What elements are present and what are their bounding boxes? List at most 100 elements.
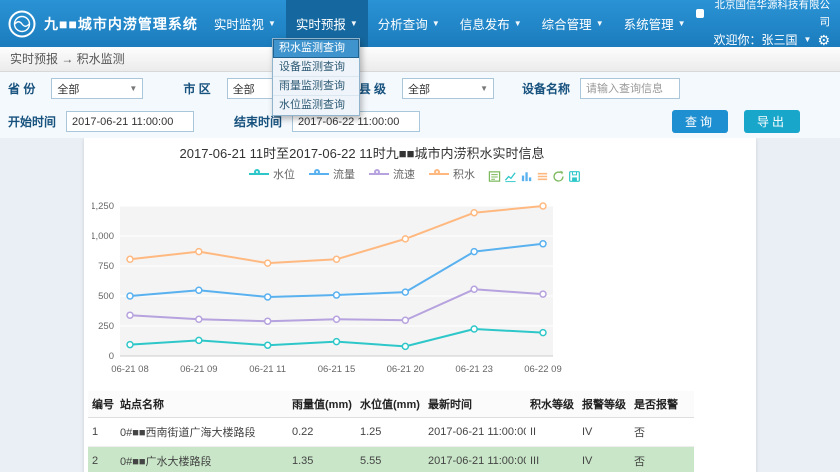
legend-marker-icon [309, 169, 329, 179]
table-cell: 否 [630, 418, 694, 447]
chevron-down-icon: ▼ [350, 19, 358, 28]
legend-item-水位[interactable]: 水位 [249, 166, 295, 182]
nav-dropdown-menu: 积水监测查询 设备监测查询 雨量监测查询 水位监测查询 [272, 38, 360, 116]
table-cell: 0.22 [288, 418, 356, 447]
chart-title: 2017-06-21 11时至2017-06-22 11时九■■城市内涝积水实时… [92, 146, 632, 162]
svg-text:06-21 15: 06-21 15 [318, 364, 356, 375]
table-header-cell: 编号 [88, 391, 116, 418]
svg-text:500: 500 [98, 291, 114, 302]
svg-text:06-21 11: 06-21 11 [249, 364, 286, 375]
breadcrumb: 实时预报 → 积水监测 [0, 47, 840, 72]
toolbox-bar-chart-icon[interactable] [520, 170, 533, 183]
device-name-label: 设备名称 [522, 80, 570, 97]
svg-text:1,250: 1,250 [92, 201, 114, 212]
app-title: 九■■城市内涝管理系统 [44, 14, 198, 34]
chevron-down-icon: ▼ [514, 19, 522, 28]
svg-text:0: 0 [109, 351, 114, 362]
company-logo-icon [696, 9, 705, 18]
filter-row-2: 开始时间 结束时间 查询 导出 [0, 105, 840, 138]
svg-text:250: 250 [98, 321, 114, 332]
export-button[interactable]: 导出 [744, 110, 800, 133]
table-cell: 2017-06-21 11:00:00 [424, 418, 526, 447]
table-cell: 1.25 [356, 418, 424, 447]
chevron-down-icon: ▼ [804, 34, 812, 47]
table-cell: 0#■■广水大楼路段 [116, 447, 288, 472]
svg-text:1,000: 1,000 [92, 231, 114, 242]
chevron-down-icon: ▼ [480, 84, 488, 93]
legend-marker-icon [249, 169, 269, 179]
province-label: 省 份 [8, 80, 35, 97]
table-header-cell: 水位值(mm) [356, 391, 424, 418]
query-button[interactable]: 查询 [672, 110, 728, 133]
svg-text:06-21 08: 06-21 08 [111, 364, 149, 375]
device-name-input[interactable] [580, 78, 680, 99]
table-header-cell: 站点名称 [116, 391, 288, 418]
dropdown-item-water-level-query[interactable]: 水位监测查询 [273, 96, 359, 115]
legend-marker-icon [429, 169, 449, 179]
start-time-label: 开始时间 [8, 113, 56, 130]
chart-toolbox [488, 170, 581, 183]
dropdown-item-device-query[interactable]: 设备监测查询 [273, 58, 359, 77]
table-cell: 否 [630, 447, 694, 472]
station-table-header-row: 编号站点名称雨量值(mm)水位值(mm)最新时间积水等级报警等级是否报警 [88, 391, 694, 418]
gear-icon[interactable]: ⚙ [817, 33, 830, 47]
county-label: 县 级 [359, 80, 386, 97]
company-name: 北京国信华源科技有限公司 [696, 0, 830, 31]
table-cell: 2 [88, 447, 116, 472]
svg-text:06-22 09: 06-22 09 [524, 364, 562, 375]
legend-item-流量[interactable]: 流量 [309, 166, 355, 182]
legend-item-流速[interactable]: 流速 [369, 166, 415, 182]
table-header-cell: 最新时间 [424, 391, 526, 418]
station-table: 编号站点名称雨量值(mm)水位值(mm)最新时间积水等级报警等级是否报警 10#… [88, 391, 694, 472]
table-cell: III [526, 447, 578, 472]
topbar-right: 北京国信华源科技有限公司 欢迎你：张三国▼⚙ [696, 0, 830, 50]
svg-text:06-21 23: 06-21 23 [455, 364, 493, 375]
table-header-cell: 报警等级 [578, 391, 630, 418]
station-table-body: 10#■■西南街道广海大楼路段0.221.252017-06-21 11:00:… [88, 418, 694, 472]
table-cell: 1 [88, 418, 116, 447]
start-time-input[interactable] [66, 111, 194, 132]
table-header-cell: 是否报警 [630, 391, 694, 418]
filter-panel: 省 份 全部▼ 市 区 全部▼ 县 级 全部▼ 设备名称 开始时间 结束时间 查… [0, 72, 840, 138]
table-row[interactable]: 10#■■西南街道广海大楼路段0.221.252017-06-21 11:00:… [88, 418, 694, 447]
nav-item-analysis-query[interactable]: 分析查询▼ [368, 0, 450, 47]
app-root: 九■■城市内涝管理系统 实时监视▼ 实时预报▼ 分析查询▼ 信息发布▼ 综合管理… [0, 0, 840, 472]
nav-item-comprehensive-mgmt[interactable]: 综合管理▼ [532, 0, 614, 47]
nav-item-info-publish[interactable]: 信息发布▼ [450, 0, 532, 47]
table-cell: 1.35 [288, 447, 356, 472]
toolbox-restore-icon[interactable] [552, 170, 565, 183]
table-cell: 2017-06-21 11:00:00 [424, 447, 526, 472]
svg-text:06-21 09: 06-21 09 [180, 364, 218, 375]
dropdown-item-water-accumulation-query[interactable]: 积水监测查询 [273, 39, 359, 58]
county-select[interactable]: 全部▼ [402, 78, 494, 99]
content-panel: 2017-06-21 11时至2017-06-22 11时九■■城市内涝积水实时… [84, 138, 756, 472]
chevron-down-icon: ▼ [432, 19, 440, 28]
chart-card: 2017-06-21 11时至2017-06-22 11时九■■城市内涝积水实时… [92, 146, 632, 391]
chevron-down-icon: ▼ [268, 19, 276, 28]
svg-text:06-21 20: 06-21 20 [387, 364, 425, 375]
legend-marker-icon [369, 169, 389, 179]
table-row[interactable]: 20#■■广水大楼路段1.355.552017-06-21 11:00:00II… [88, 447, 694, 472]
table-cell: 0#■■西南街道广海大楼路段 [116, 418, 288, 447]
filter-row-1: 省 份 全部▼ 市 区 全部▼ 县 级 全部▼ 设备名称 [0, 72, 840, 105]
app-logo-icon [8, 10, 36, 38]
table-cell: II [526, 418, 578, 447]
table-cell: IV [578, 418, 630, 447]
chevron-down-icon: ▼ [678, 19, 686, 28]
table-header-cell: 积水等级 [526, 391, 578, 418]
nav-item-system-mgmt[interactable]: 系统管理▼ [614, 0, 696, 47]
toolbox-stack-icon[interactable] [536, 170, 549, 183]
toolbox-line-chart-icon[interactable] [504, 170, 517, 183]
legend-item-积水[interactable]: 积水 [429, 166, 475, 182]
welcome-user[interactable]: 欢迎你：张三国▼⚙ [696, 31, 830, 50]
svg-text:750: 750 [98, 261, 114, 272]
toolbox-data-view-icon[interactable] [488, 170, 501, 183]
dropdown-item-rainfall-query[interactable]: 雨量监测查询 [273, 77, 359, 96]
toolbox-save-image-icon[interactable] [568, 170, 581, 183]
line-chart[interactable]: 0 250 500 750 1,000 1,250 06-21 08 06-21 09 06-2… [92, 184, 632, 388]
province-select[interactable]: 全部▼ [51, 78, 143, 99]
table-cell: 5.55 [356, 447, 424, 472]
topbar: 九■■城市内涝管理系统 实时监视▼ 实时预报▼ 分析查询▼ 信息发布▼ 综合管理… [0, 0, 840, 47]
chevron-down-icon: ▼ [596, 19, 604, 28]
city-label: 市 区 [183, 80, 210, 97]
